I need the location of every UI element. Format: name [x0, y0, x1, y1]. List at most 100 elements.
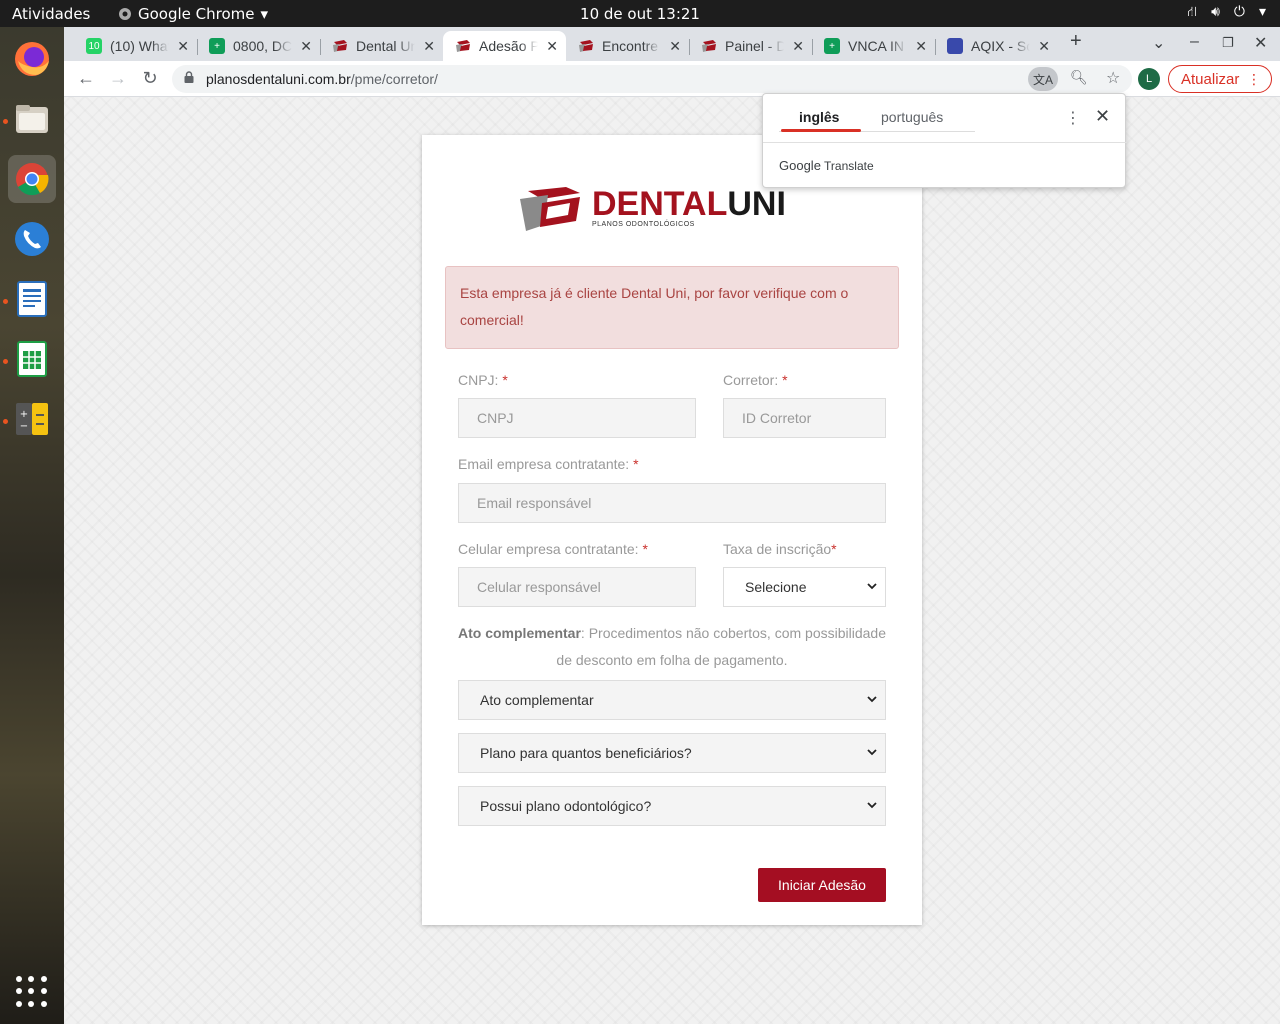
close-tab-icon[interactable]: ✕ [546, 38, 558, 55]
back-button[interactable]: ← [75, 68, 97, 89]
update-button[interactable]: Atualizar ⋮ [1168, 65, 1272, 93]
tab-title: 0800, DC [233, 38, 293, 54]
forward-button[interactable]: → [107, 68, 129, 89]
google-translate-brand: Google Translate [779, 158, 874, 173]
clock[interactable]: 10 de out 13:21 [580, 5, 700, 23]
minimize-button[interactable]: – [1190, 33, 1199, 51]
lock-icon [184, 71, 194, 83]
close-tab-icon[interactable]: ✕ [669, 38, 681, 55]
update-label: Atualizar [1181, 70, 1240, 88]
reload-button[interactable]: ↻ [139, 68, 161, 89]
system-tray[interactable]: ⛙ 🔊︎ ⏻ ▾ [1187, 4, 1266, 22]
close-tab-icon[interactable]: ✕ [792, 38, 804, 55]
more-vert-icon: ⋮ [1247, 71, 1261, 87]
tab-search-icon[interactable]: ⌄ [1152, 33, 1165, 53]
ato-complementar-description: Ato complementar: Procedimentos não cobe… [458, 625, 886, 668]
browser-tab[interactable]: +0800, DC ✕ [197, 31, 320, 61]
beneficiarios-select-value: Plano para quantos beneficiários? [480, 745, 692, 761]
browser-tab[interactable]: 10 (10) WhatsApp ✕ [74, 31, 197, 61]
ato-select-value: Ato complementar [480, 692, 594, 708]
beneficiarios-select[interactable]: Plano para quantos beneficiários? [458, 733, 886, 773]
close-tab-icon[interactable]: ✕ [1038, 38, 1050, 55]
firefox-icon [15, 42, 49, 76]
system-top-bar: Atividades Google Chrome ▾ 10 de out 13:… [0, 0, 1280, 27]
cnpj-input[interactable] [458, 398, 696, 438]
email-input[interactable] [458, 483, 886, 523]
browser-tab[interactable]: Painel - D ✕ [689, 31, 812, 61]
browser-tab[interactable]: Dental Uni ✕ [320, 31, 443, 61]
tab-title: (10) WhatsApp [110, 38, 170, 54]
ato-complementar-select[interactable]: Ato complementar [458, 680, 886, 720]
chrome-small-icon [119, 8, 131, 20]
lang-tab-source[interactable]: inglês [799, 109, 839, 125]
more-vert-icon[interactable]: ⋮ [1065, 108, 1081, 128]
corretor-label: Corretor: * [723, 372, 788, 388]
cnpj-label: CNPJ: * [458, 372, 508, 388]
app-menu[interactable]: Google Chrome ▾ [118, 5, 268, 23]
tab-favicon-icon: 10 [86, 38, 102, 54]
taxa-label: Taxa de inscrição* [723, 541, 837, 557]
browser-tab[interactable]: AQIX - Sc ✕ [935, 31, 1058, 61]
tab-favicon-icon [578, 38, 594, 54]
activities-button[interactable]: Atividades [12, 5, 90, 23]
error-alert: Esta empresa já é cliente Dental Uni, po… [445, 266, 899, 349]
restore-button[interactable]: ❐ [1222, 35, 1234, 51]
taxa-select[interactable]: Selecione [723, 567, 886, 607]
iniciar-adesao-button[interactable]: Iniciar Adesão [758, 868, 886, 902]
corretor-input[interactable] [723, 398, 886, 438]
browser-tab[interactable]: Adesão PME ✕ [443, 31, 566, 61]
close-tab-icon[interactable]: ✕ [423, 38, 435, 55]
calculator-launcher[interactable]: + − [8, 395, 56, 443]
browser-tab[interactable]: + VNCA IN ✕ [812, 31, 935, 61]
calculator-icon: +− [16, 403, 48, 435]
bookmark-star-icon[interactable]: ☆ [1106, 68, 1120, 88]
email-label: Email empresa contratante: * [458, 456, 639, 472]
close-window-button[interactable]: ✕ [1254, 33, 1267, 53]
translate-lang-tabs: inglês português [779, 94, 975, 132]
chevron-down-icon [867, 583, 877, 590]
svg-text:−: − [20, 421, 28, 432]
chevron-down-icon [867, 802, 877, 809]
celular-label: Celular empresa contratante: * [458, 541, 648, 557]
page-viewport: DENTALUNI PLANOS ODONTOLÓGICOS Esta empr… [64, 97, 1280, 1024]
tab-favicon-icon [947, 38, 963, 54]
writer-icon [17, 281, 47, 317]
taxa-select-value: Selecione [745, 579, 807, 595]
chrome-launcher[interactable] [8, 155, 56, 203]
chrome-icon [16, 163, 49, 196]
zoom-icon[interactable]: 🔍︎ [1070, 69, 1088, 86]
files-launcher[interactable] [8, 95, 56, 143]
firefox-launcher[interactable] [8, 35, 56, 83]
browser-tab[interactable]: Encontre ✕ [566, 31, 689, 61]
network-icon: ⛙ [1187, 4, 1198, 20]
dentaluni-logo: DENTALUNI PLANOS ODONTOLÓGICOS [518, 185, 828, 235]
translate-icon[interactable]: 文A [1028, 67, 1058, 91]
chevron-down-icon: ▾ [260, 5, 269, 23]
tab-title: Encontre [602, 38, 659, 54]
lang-tab-target[interactable]: português [881, 109, 943, 125]
phone-launcher[interactable] [8, 215, 56, 263]
files-icon [16, 105, 48, 133]
browser-toolbar: ← → ↻ planosdentaluni.com.br/pme/correto… [64, 61, 1280, 97]
close-icon[interactable]: ✕ [1095, 106, 1110, 127]
tab-title: AQIX - Sc [971, 38, 1031, 54]
chevron-down-icon [867, 749, 877, 756]
close-tab-icon[interactable]: ✕ [177, 38, 189, 55]
possui-plano-select[interactable]: Possui plano odontológico? [458, 786, 886, 826]
close-tab-icon[interactable]: ✕ [300, 38, 312, 55]
tab-title: Dental Uni [356, 38, 416, 54]
celular-input[interactable] [458, 567, 696, 607]
tab-strip: 10(10) WhatsApp✕+0800, DC✕Dental Uni✕Ade… [64, 27, 1280, 61]
address-bar[interactable]: planosdentaluni.com.br/pme/corretor/ 文A … [172, 65, 1132, 93]
calc-launcher[interactable] [8, 335, 56, 383]
tab-favicon-icon: + [209, 38, 225, 54]
close-tab-icon[interactable]: ✕ [915, 38, 927, 55]
new-tab-button[interactable]: + [1070, 30, 1082, 53]
chevron-down-icon [867, 696, 877, 703]
show-applications-button[interactable] [16, 976, 48, 1008]
tab-favicon-icon: + [824, 38, 840, 54]
writer-launcher[interactable] [8, 275, 56, 323]
profile-avatar[interactable]: L [1138, 68, 1160, 90]
url-text[interactable]: planosdentaluni.com.br/pme/corretor/ [206, 71, 438, 87]
logo-mark-icon [520, 187, 580, 231]
